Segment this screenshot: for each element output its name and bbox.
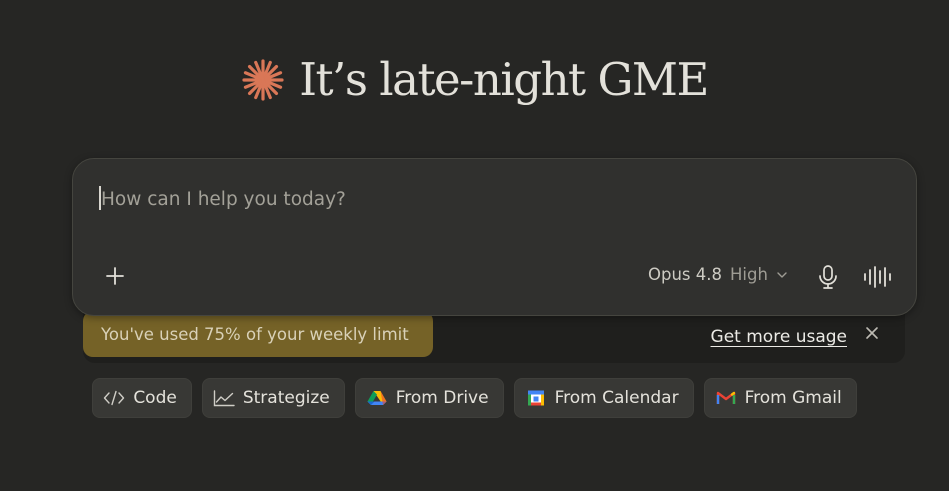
chevron-down-icon [777,271,787,278]
chip-from-drive[interactable]: From Drive [354,378,504,418]
model-selector[interactable]: Opus 4.8 High [648,265,788,284]
google-calendar-icon [527,390,544,406]
effort-level: High [730,265,768,284]
chip-label: From Gmail [744,388,842,408]
chip-label: From Drive [395,388,489,408]
microphone-button[interactable] [815,263,841,291]
chip-label: Strategize [242,388,330,408]
voice-mode-button[interactable] [862,263,892,291]
get-more-usage-link[interactable]: Get more usage [711,327,847,347]
usage-limit-message: You've used 75% of your weekly limit [83,311,433,357]
chip-strategize[interactable]: Strategize [201,378,345,418]
google-drive-icon [367,391,387,405]
chart-line-icon [213,390,235,407]
chip-from-gmail[interactable]: From Gmail [703,378,857,418]
chip-code[interactable]: Code [92,378,192,418]
chip-label: From Calendar [554,388,679,408]
suggestion-chips: Code Strategize From Drive From Calendar… [0,378,949,418]
chip-from-calendar[interactable]: From Calendar [513,378,694,418]
close-icon[interactable] [865,326,879,340]
code-icon [104,390,125,406]
gmail-icon [716,391,735,404]
chat-composer: Opus 4.8 High [72,158,917,316]
new-chat-page: It’s late-night GME You've used 75% of y… [0,0,949,491]
greeting-title: It’s late-night GME [299,53,709,106]
add-attachment-button[interactable] [101,262,129,290]
greeting: It’s late-night GME [0,52,949,108]
prompt-input[interactable] [99,183,883,215]
chip-label: Code [133,388,177,408]
claude-spark-icon [242,59,284,101]
model-name: Opus 4.8 [648,265,723,284]
